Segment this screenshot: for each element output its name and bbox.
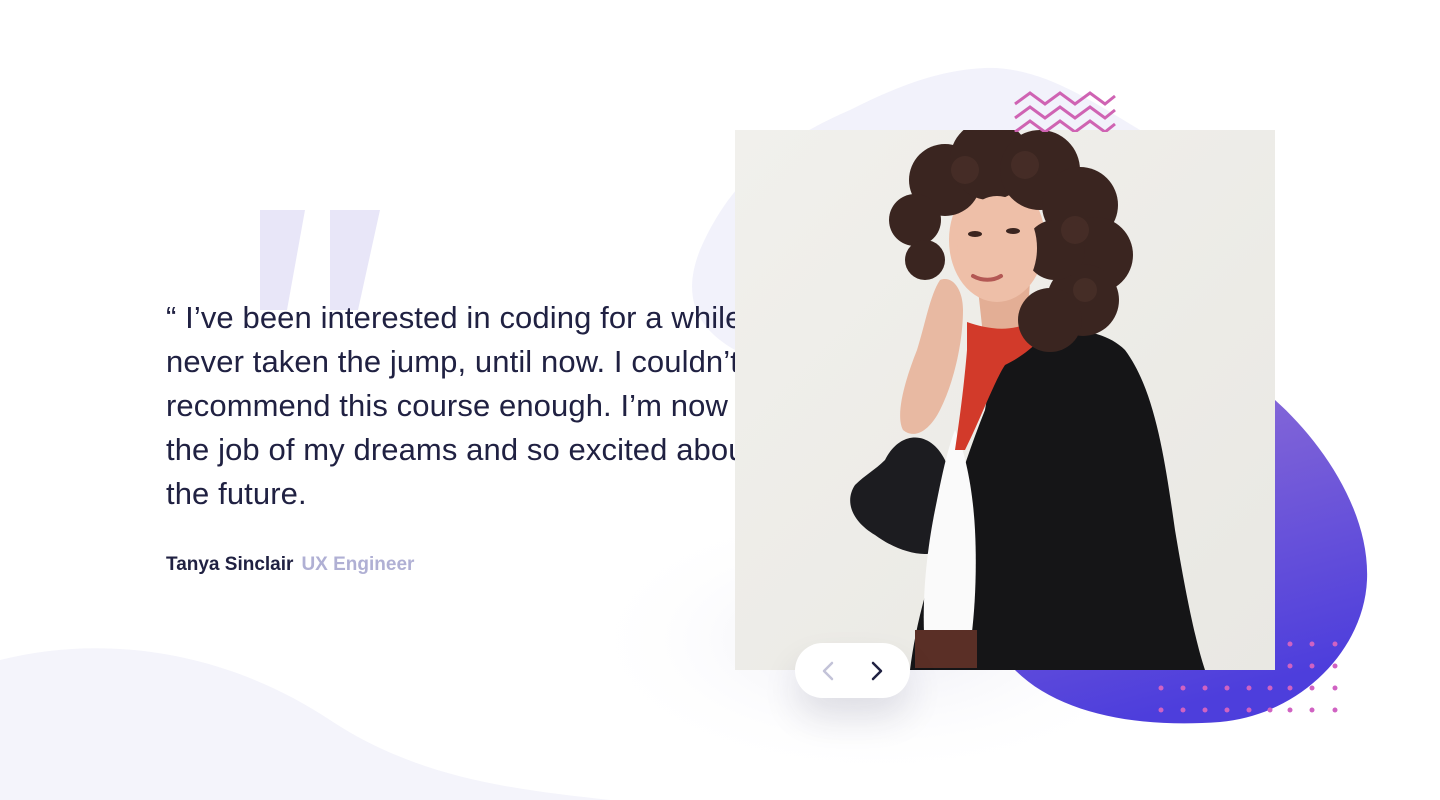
bottom-wave-blob: [0, 648, 610, 800]
next-button[interactable]: [862, 656, 892, 686]
testimonial-section: “ I’ve been interested in coding for a w…: [0, 0, 1440, 800]
testimonial-quote: “ I’ve been interested in coding for a w…: [166, 300, 795, 511]
chevron-right-icon: [871, 661, 883, 680]
slider-navigation: [795, 643, 910, 698]
author-name: Tanya Sinclair: [166, 554, 294, 575]
testimonial-author: Tanya Sinclair UX Engineer: [166, 552, 414, 578]
chevron-left-icon: [822, 661, 834, 680]
portrait-illustration: [735, 130, 1275, 670]
portrait-photo: [735, 130, 1275, 670]
previous-button[interactable]: [813, 656, 843, 686]
zigzag-pattern-icon: [1014, 91, 1116, 132]
author-role: UX Engineer: [301, 554, 415, 575]
dot-grid-pattern-icon: [1158, 641, 1338, 713]
